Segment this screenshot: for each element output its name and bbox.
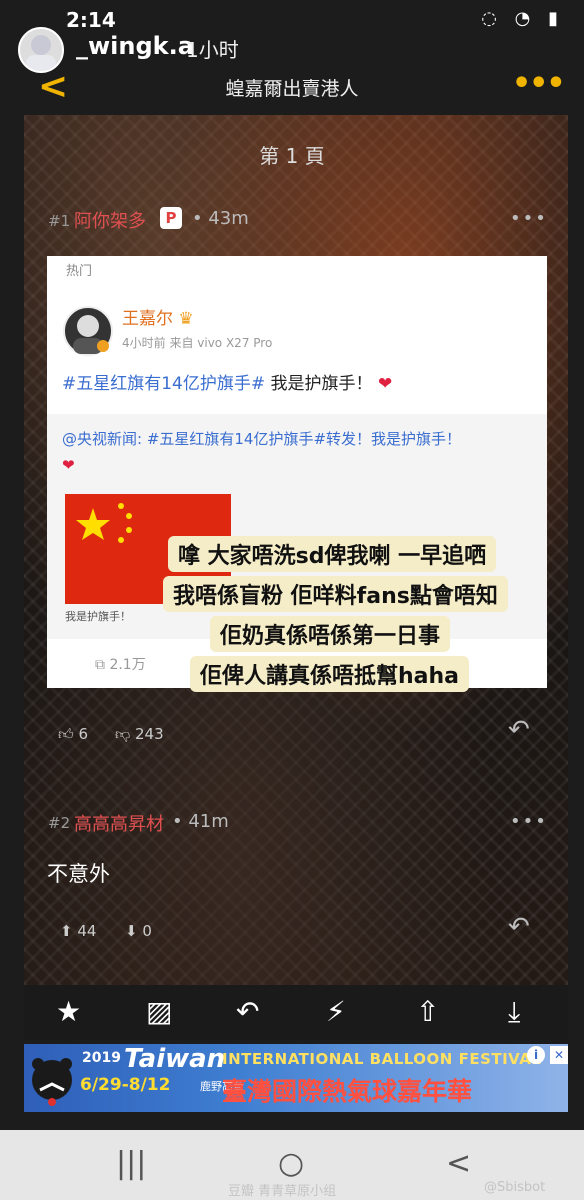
ad-festival-en: INTERNATIONAL BALLOON FESTIVAL <box>222 1050 542 1068</box>
weibo-text: #五星红旗有14亿护旗手# 我是护旗手！ ❤ <box>62 369 392 394</box>
caption-line-2: 我唔係盲粉 佢咩料fans點會唔知 <box>163 576 508 612</box>
story-time: 1小时 <box>186 38 239 62</box>
share-icon[interactable]: ⇧ <box>416 995 439 1028</box>
weibo-avatar <box>63 306 113 356</box>
screen: 2:14 ◌ ◔ ▮ _wingk.a 1小时 < 蝗嘉爾出賣港人 ••• 第 … <box>0 0 584 1200</box>
post2-like-count: 44 <box>77 922 97 940</box>
thumbs-down-icon: 👎︎ <box>115 725 131 743</box>
status-icons: ◌ ◔ ▮ <box>481 8 564 29</box>
page-indicator[interactable]: 第 1 頁 <box>0 140 584 169</box>
share-box-icon: ⧉ <box>95 657 105 673</box>
weibo-hot-label: 热门 <box>66 264 93 279</box>
post-floor-number: #1 <box>48 212 71 230</box>
thumbs-up-icon: 👍︎ <box>58 725 74 743</box>
post1-dislike-count: 243 <box>135 725 164 743</box>
ad-close-icon[interactable]: ✕ <box>550 1046 568 1064</box>
story-username[interactable]: _wingk.a <box>76 32 194 60</box>
post1-reply-icon[interactable]: ↶ <box>508 715 530 745</box>
image-icon[interactable]: ▨ <box>146 995 172 1028</box>
home-icon[interactable]: ○ <box>278 1146 304 1181</box>
post2-username[interactable]: 高高高昇材 <box>74 810 164 836</box>
recents-icon[interactable]: ||| <box>116 1146 146 1181</box>
bear-mascot-icon <box>32 1058 72 1106</box>
ad-banner[interactable]: 2019 Taiwan 6/29-8/12 鹿野高台 INTERNATIONAL… <box>24 1044 568 1112</box>
repost-heart-icon: ❤ <box>62 456 75 474</box>
arrow-up-icon: ⬆ <box>60 922 73 940</box>
more-menu-button[interactable]: ••• <box>512 66 566 101</box>
status-time: 2:14 <box>66 8 116 32</box>
ad-festival-cn: 臺灣國際熱氣球嘉年華 <box>222 1077 473 1106</box>
vip-crown-icon: ♛ <box>178 309 194 329</box>
post2-time: • 41m <box>172 811 229 832</box>
watermark-left: 豆瓣 青青草原小组 <box>228 1184 337 1199</box>
post2-dislike-count: 0 <box>142 922 152 940</box>
post2-dislike-button[interactable]: ⬇ 0 <box>125 922 152 940</box>
reply-icon[interactable]: ↶ <box>236 995 259 1028</box>
post1-dislike-button[interactable]: 👎︎ 243 <box>115 725 164 744</box>
post1-like-button[interactable]: 👍︎ 6 <box>58 725 88 744</box>
lightning-icon[interactable]: ⚡ <box>326 995 346 1028</box>
thread-title: 蝗嘉爾出賣港人 <box>225 78 359 100</box>
ad-taiwan: Taiwan <box>124 1044 226 1074</box>
ad-year: 2019 <box>82 1050 121 1066</box>
ad-dates: 6/29-8/12 <box>80 1075 171 1095</box>
system-nav-bar: ||| ○ < 豆瓣 青青草原小组 @Sbisbot <box>0 1130 584 1200</box>
post2-reply-icon[interactable]: ↶ <box>508 912 530 942</box>
share-count: 2.1万 <box>109 657 146 673</box>
star-icon[interactable]: ★ <box>56 995 81 1028</box>
weibo-body: 我是护旗手！ <box>265 374 373 394</box>
weibo-username: 王嘉尔 ♛ <box>122 304 194 329</box>
post-time: • 43m <box>192 208 249 229</box>
bottom-toolbar: ★ ▨ ↶ ⚡ ⇧ ⤓ <box>24 985 568 1040</box>
arrow-down-icon: ⬇ <box>125 922 138 940</box>
post1-like-count: 6 <box>78 725 89 743</box>
avatar-image <box>26 35 56 71</box>
ad-info-icon[interactable]: i <box>527 1046 545 1064</box>
post2-like-button[interactable]: ⬆ 44 <box>60 922 96 940</box>
weibo-username-text: 王嘉尔 <box>122 309 173 329</box>
watermark-right: @Sbisbot <box>484 1180 546 1195</box>
post-username[interactable]: 阿你架多 <box>74 207 146 233</box>
flag-caption: 我是护旗手！ <box>65 610 131 623</box>
download-icon[interactable]: ⤓ <box>508 995 520 1029</box>
weibo-meta: 4小时前 来自 vivo X27 Pro <box>122 336 273 350</box>
weibo-hashtag: #五星红旗有14亿护旗手# <box>62 374 266 394</box>
p-badge: P <box>160 207 182 229</box>
caption-line-4: 佢俾人講真係唔抵幫haha <box>190 656 470 692</box>
post2-more-icon[interactable]: ••• <box>510 811 548 832</box>
caption-line-3: 佢奶真係唔係第一日事 <box>210 616 451 652</box>
caption-line-1: 嗱 大家唔洗sd俾我喇 一早追哂 <box>168 536 497 572</box>
post2-text: 不意外 <box>47 862 110 886</box>
post2-floor-number: #2 <box>48 814 71 832</box>
repost-text: @央视新闻: #五星红旗有14亿护旗手#转发！我是护旗手！ ❤ <box>62 426 537 478</box>
post-more-icon[interactable]: ••• <box>510 208 548 229</box>
back-nav-icon[interactable]: < <box>446 1146 471 1181</box>
repost-body: @央视新闻: #五星红旗有14亿护旗手#转发！我是护旗手！ <box>62 430 462 448</box>
heart-icon: ❤ <box>377 374 393 394</box>
weibo-share: ⧉ 2.1万 <box>95 654 146 674</box>
weibo-avatar-image <box>73 315 109 354</box>
